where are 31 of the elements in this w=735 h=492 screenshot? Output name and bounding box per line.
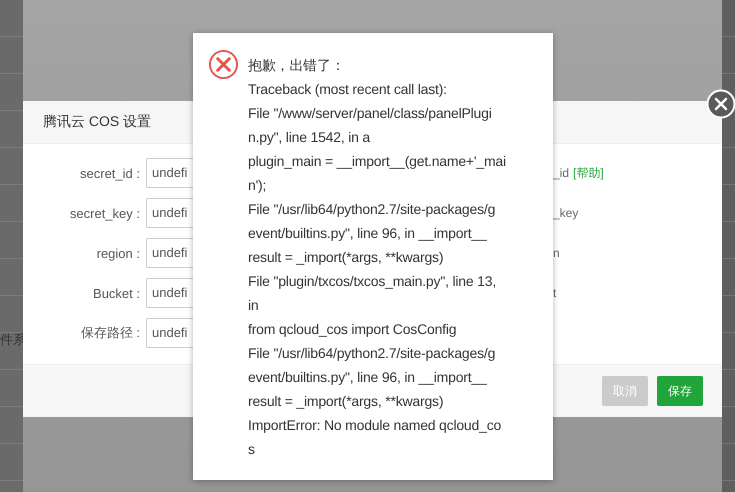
error-line: File "/www/server/panel/class/panelPlugi (248, 104, 493, 123)
field-hint: n (553, 246, 560, 260)
error-line: result = _import(*args, **kwargs) (248, 248, 444, 267)
dialog-title: 腾讯云 COS 设置 (43, 113, 152, 131)
help-link[interactable]: [帮助] (573, 166, 604, 180)
field-hint: _key (553, 206, 578, 220)
error-line: plugin_main = __import__(get.name+'_mai (248, 152, 506, 171)
field-hint: t (553, 286, 556, 300)
dialog-button[interactable]: 保存 (657, 376, 703, 406)
field-hint: _id (553, 166, 570, 180)
error-line: Traceback (most recent call last): (248, 80, 448, 99)
error-line: File "/usr/lib64/python2.7/site-packages/g (248, 344, 496, 363)
error-line: s (248, 440, 256, 459)
close-icon[interactable] (706, 89, 735, 119)
field-label: Bucket : (92, 286, 140, 300)
error-line: n'); (248, 176, 268, 195)
error-line: File "plugin/txcos/txcos_main.py", line 13, (248, 272, 498, 291)
error-line: ImportError: No module named qcloud_co (248, 416, 502, 435)
error-line: File "/usr/lib64/python2.7/site-packages/g (248, 200, 496, 219)
error-line: event/builtins.py", line 96, in __import__ (248, 368, 488, 387)
error-line: event/builtins.py", line 96, in __import__ (248, 224, 488, 243)
field-label: secret_id : (79, 166, 140, 180)
field-label: 保存路径 : (80, 324, 140, 342)
error-icon (208, 49, 239, 80)
error-line: from qcloud_cos import CosConfig (248, 320, 458, 339)
field-label: region : (96, 246, 140, 260)
error-line: n.py", line 1542, in a (248, 128, 372, 147)
error-heading: 抱歉，出错了： (248, 56, 346, 75)
error-line: in (248, 296, 260, 315)
error-line: result = _import(*args, **kwargs) (248, 392, 444, 411)
field-label: secret_key : (68, 206, 140, 220)
